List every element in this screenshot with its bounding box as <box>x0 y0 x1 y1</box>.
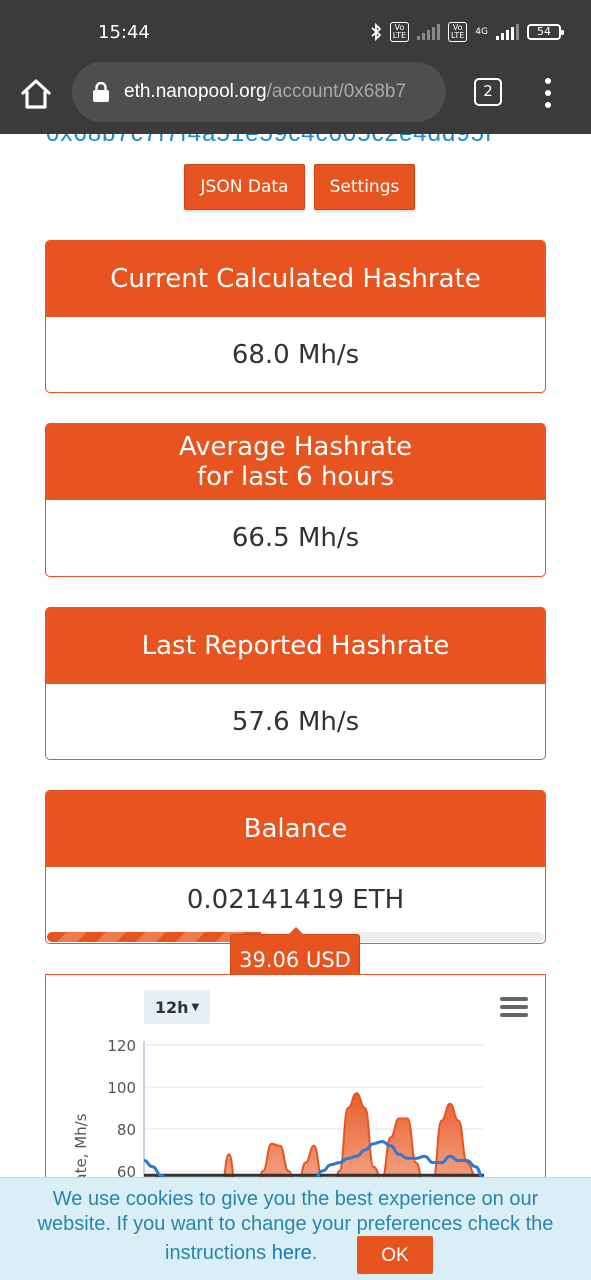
balance-card: Balance 0.02141419 ETH <box>45 790 546 944</box>
volte-icon: Vo LTE <box>389 22 409 42</box>
dropdown-arrow-icon: ▼ <box>191 1001 200 1013</box>
tab-switcher-button[interactable]: 2 <box>474 78 502 106</box>
card-value: 0.02141419 ETH <box>186 885 405 915</box>
time-range-label: 12h <box>154 997 189 1017</box>
cookie-text-line3-wrap: instructions here. <box>0 1237 591 1266</box>
lock-icon <box>93 82 109 102</box>
cookie-text-line1: We use cookies to give you the best expe… <box>52 1188 539 1210</box>
card-title: Average Hashrate for last 6 hours <box>46 424 545 500</box>
cookie-instructions-link[interactable]: here <box>272 1242 312 1264</box>
overflow-menu-icon[interactable] <box>540 78 556 108</box>
json-data-button[interactable]: JSON Data <box>184 164 305 210</box>
cookie-text-line2: website. If you want to change your pref… <box>37 1213 554 1235</box>
chart-menu-icon[interactable] <box>500 997 528 1017</box>
card-title: Last Reported Hashrate <box>46 608 545 684</box>
status-icons: Vo LTE Vo LTE 4G 54 <box>370 22 564 42</box>
url-host: eth.nanopool.org <box>124 81 267 102</box>
status-bar: 15:44 Vo LTE Vo LTE 4G 54 <box>0 0 591 62</box>
card-value: 57.6 Mh/s <box>231 706 360 737</box>
network-type: 4G <box>475 27 488 37</box>
payout-progress-fill <box>47 932 261 942</box>
card-value: 68.0 Mh/s <box>231 339 360 370</box>
volte-icon-2: Vo LTE <box>448 22 468 42</box>
signal-icon-2 <box>496 24 519 40</box>
status-time: 15:44 <box>98 22 150 43</box>
url-path: /account/0x68b7 <box>266 81 407 102</box>
y-tick-label: 120 <box>107 1037 136 1055</box>
cookie-ok-button[interactable]: OK <box>357 1236 433 1274</box>
average-hashrate-card: Average Hashrate for last 6 hours 66.5 M… <box>45 423 546 577</box>
battery-icon: 54 <box>527 24 564 40</box>
page-content: 0x68b7c7f7f4a51e59c4c605c2e4dd95f JSON D… <box>0 134 591 1280</box>
card-title: Current Calculated Hashrate <box>46 241 545 317</box>
card-title-line1: Average Hashrate <box>178 432 413 462</box>
time-range-select[interactable]: 12h ▼ <box>144 990 210 1024</box>
cookie-period: . <box>311 1242 318 1264</box>
cookie-banner: We use cookies to give you the best expe… <box>0 1177 591 1280</box>
wallet-address: 0x68b7c7f7f4a51e59c4c605c2e4dd95f <box>46 134 546 148</box>
card-title-line2: for last 6 hours <box>196 462 395 492</box>
card-value: 66.5 Mh/s <box>231 523 360 553</box>
bluetooth-icon <box>371 23 382 41</box>
reported-hashrate-card: Last Reported Hashrate 57.6 Mh/s <box>45 607 546 760</box>
address-bar[interactable]: eth.nanopool.org /account/0x68b7 <box>72 62 446 122</box>
signal-icon <box>417 24 440 40</box>
home-icon[interactable] <box>18 76 54 112</box>
current-hashrate-card: Current Calculated Hashrate 68.0 Mh/s <box>45 240 546 393</box>
cookie-text-line3: instructions <box>165 1242 267 1264</box>
card-title: Balance <box>46 791 545 867</box>
y-tick-label: 80 <box>117 1121 136 1139</box>
y-tick-label: 100 <box>107 1079 136 1097</box>
settings-button[interactable]: Settings <box>314 164 415 210</box>
browser-toolbar: eth.nanopool.org /account/0x68b7 2 <box>0 62 591 134</box>
